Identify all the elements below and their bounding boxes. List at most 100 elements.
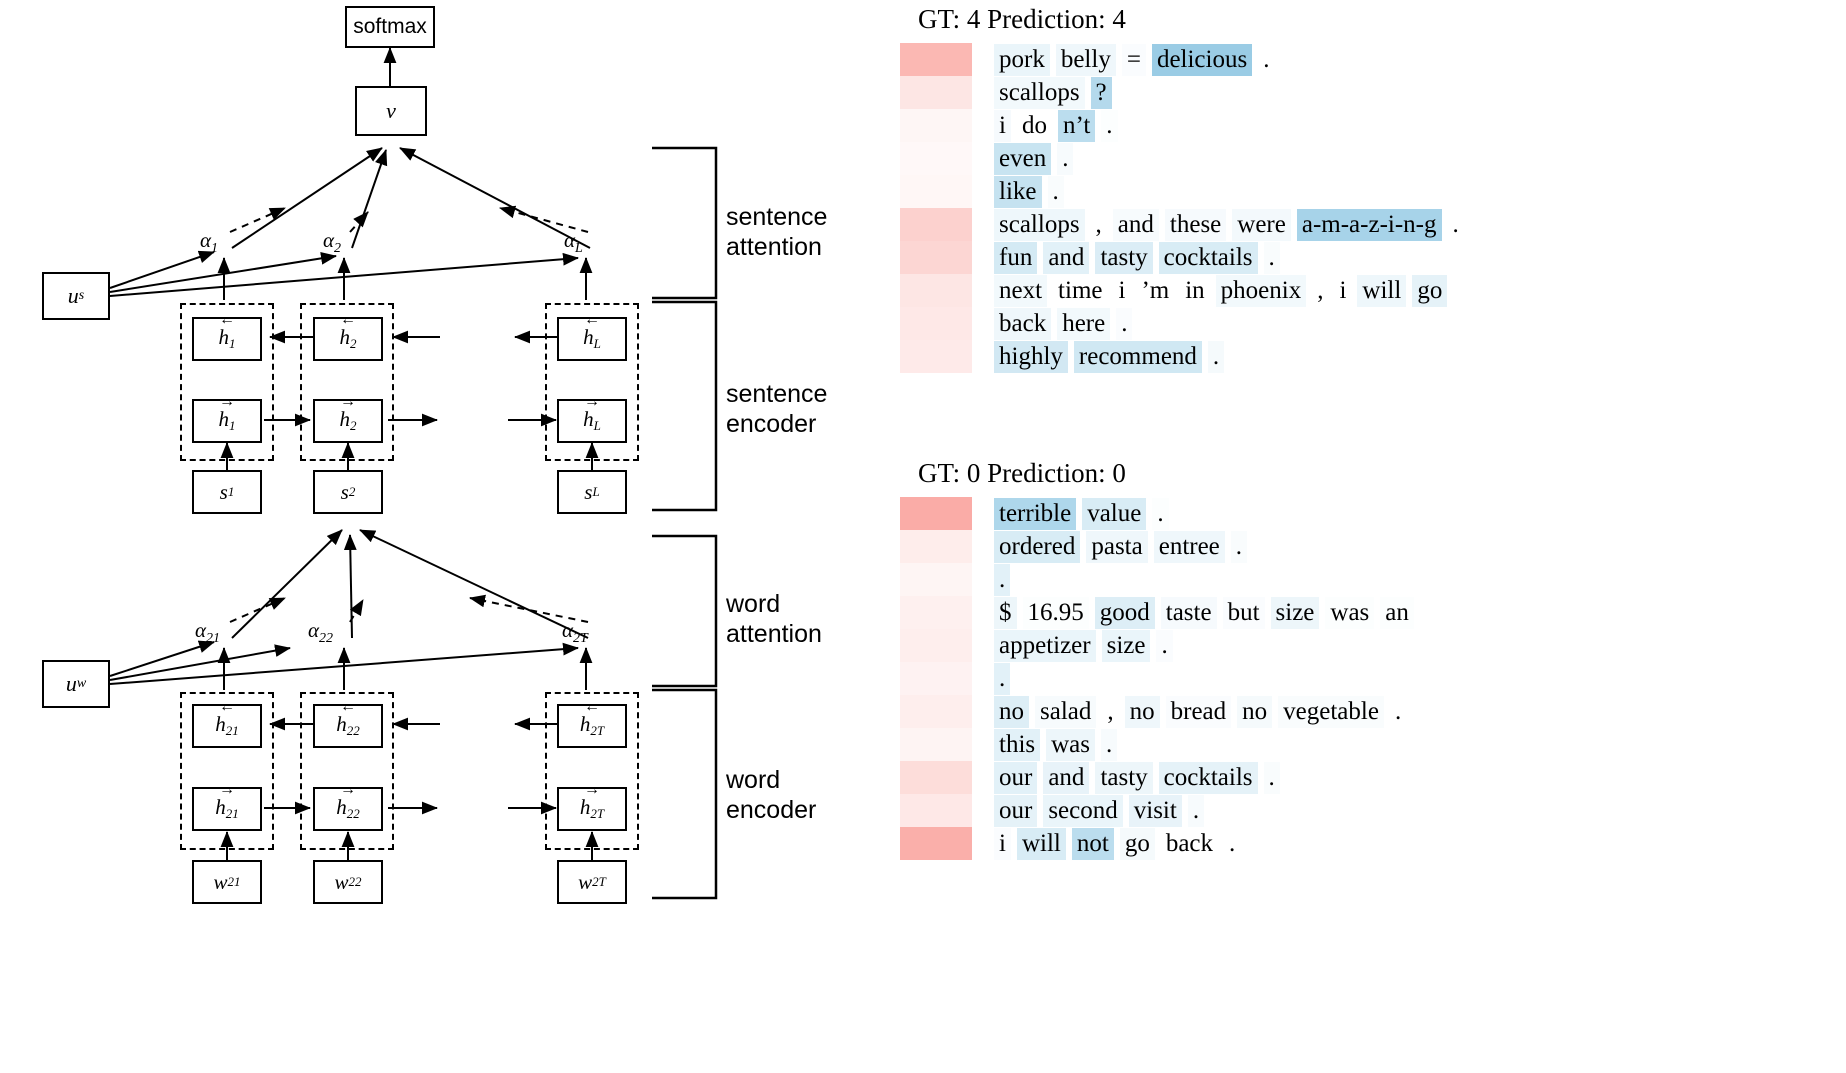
sentence-words: this was. (994, 728, 1846, 761)
attention-visualization-panel: GT: 4 Prediction: 4 pork belly = delicious.… (900, 0, 1846, 1073)
h-backward-22-node: ← h22 (313, 699, 383, 748)
sentence-attention-bar (900, 695, 972, 728)
alpha-22-subscript: 22 (319, 631, 334, 647)
word-token: phoenix (1215, 274, 1307, 307)
h-forward-21-subscript: 21 (225, 806, 239, 822)
word-token: go (1119, 827, 1155, 860)
word-token: scallops (994, 208, 1085, 241)
sentence-attention-bar (900, 76, 972, 109)
h-forward-1-node: → h1 (192, 394, 262, 443)
row-spacer (972, 274, 994, 307)
word-token: . (1229, 829, 1236, 857)
word-token: i (994, 109, 1011, 142)
word-token: terrible (994, 497, 1077, 530)
sentence-words: terrible value. (994, 497, 1846, 530)
alpha-L-label: αL (564, 228, 583, 257)
sentence-row: like. (900, 175, 1846, 208)
h-backward-2-label: h (339, 325, 351, 350)
sentence-words: ordered pasta entree. (994, 530, 1846, 563)
word-token: . (1230, 530, 1248, 563)
sentence-words: back here. (994, 307, 1846, 340)
row-spacer (972, 761, 994, 794)
diagram-connectors (109, 47, 718, 900)
word-token: . (1101, 109, 1118, 142)
word-token: pork (994, 43, 1050, 76)
alpha-L-symbol: α (564, 228, 576, 252)
alpha-2-label: α2 (323, 228, 341, 257)
word-token: cocktails (1158, 761, 1258, 794)
left-arrow-icon: ← (340, 311, 356, 329)
s2-node: s2 (313, 470, 383, 514)
w2T-node: w 2T (557, 860, 627, 904)
word-token: in (1185, 276, 1205, 304)
row-spacer (972, 307, 994, 340)
word-token: here (1057, 307, 1111, 340)
word-token: i (1339, 276, 1347, 304)
sentence-attention-bar (900, 241, 972, 274)
w21-label: w (213, 869, 228, 894)
word-token: were (1232, 208, 1291, 241)
h-backward-1-subscript: 1 (229, 336, 236, 352)
alpha-21-subscript: 21 (206, 631, 221, 647)
word-token: and (1043, 241, 1090, 274)
word-token: no (1237, 695, 1273, 728)
sentence-words: like. (994, 175, 1846, 208)
word-token: an (1380, 596, 1414, 629)
row-spacer (972, 563, 994, 596)
uw-label: u (65, 671, 77, 696)
sentence-attention-bar (900, 728, 972, 761)
word-encoder-label: word encoder (726, 766, 817, 824)
row-spacer (972, 43, 994, 76)
row-spacer (972, 142, 994, 175)
sentence-row: highly recommend. (900, 340, 1846, 373)
h-backward-L-subscript: L (593, 336, 601, 352)
sentence-attention-bar (900, 827, 972, 860)
us-node: us (42, 272, 110, 320)
sentence-row: back here. (900, 307, 1846, 340)
h-forward-21-label: h (215, 795, 226, 820)
word-token: i (1118, 276, 1126, 304)
row-spacer (972, 208, 994, 241)
row-spacer (972, 497, 994, 530)
row-spacer (972, 662, 994, 695)
word-token: . (1116, 307, 1133, 340)
word-token: i (994, 827, 1011, 860)
word-token: bread (1165, 695, 1232, 728)
w21-subscript: 21 (227, 874, 241, 889)
h-backward-L-node: ← hL (557, 312, 627, 361)
word-token: . (994, 563, 1011, 596)
sentence-attention-bar (900, 208, 972, 241)
word-token: highly (994, 340, 1068, 373)
alpha-1-subscript: 1 (211, 241, 219, 257)
sentence-row: even. (900, 142, 1846, 175)
word-token: this (994, 728, 1041, 761)
word-token: our (994, 794, 1038, 827)
word-token: scallops (994, 76, 1085, 109)
sentence-words: . (994, 563, 1846, 596)
word-token: . (1263, 241, 1280, 274)
word-token: entree (1153, 530, 1225, 563)
word-token: ordered (994, 530, 1081, 563)
h-backward-21-label: h (215, 712, 226, 737)
alpha-1-label: α1 (200, 228, 218, 257)
row-spacer (972, 340, 994, 373)
sentence-row: no salad, no bread no vegetable. (900, 695, 1846, 728)
sentence-words: fun and tasty cocktails. (994, 241, 1846, 274)
h-forward-2-node: → h2 (313, 394, 383, 443)
word-token: no (994, 695, 1029, 728)
sentence-row: terrible value. (900, 497, 1846, 530)
w22-label: w (334, 869, 349, 894)
v-node: v (355, 86, 427, 136)
h-forward-2T-node: → h2T (557, 782, 627, 831)
figure-root: softmax v us uw ← h1 ← h2 ← hL → h1 → h2… (0, 0, 1846, 1073)
right-arrow-icon: → (219, 393, 235, 411)
sentence-row: our second visit. (900, 794, 1846, 827)
example-1-title: GT: 0 Prediction: 0 (918, 458, 1126, 488)
word-token: , (1317, 276, 1324, 304)
h-forward-22-subscript: 22 (346, 806, 360, 822)
w2T-subscript: 2T (592, 874, 606, 889)
word-token: was (1046, 728, 1096, 761)
word-token: appetizer (994, 629, 1096, 662)
row-spacer (972, 530, 994, 563)
word-token: . (1263, 761, 1280, 794)
